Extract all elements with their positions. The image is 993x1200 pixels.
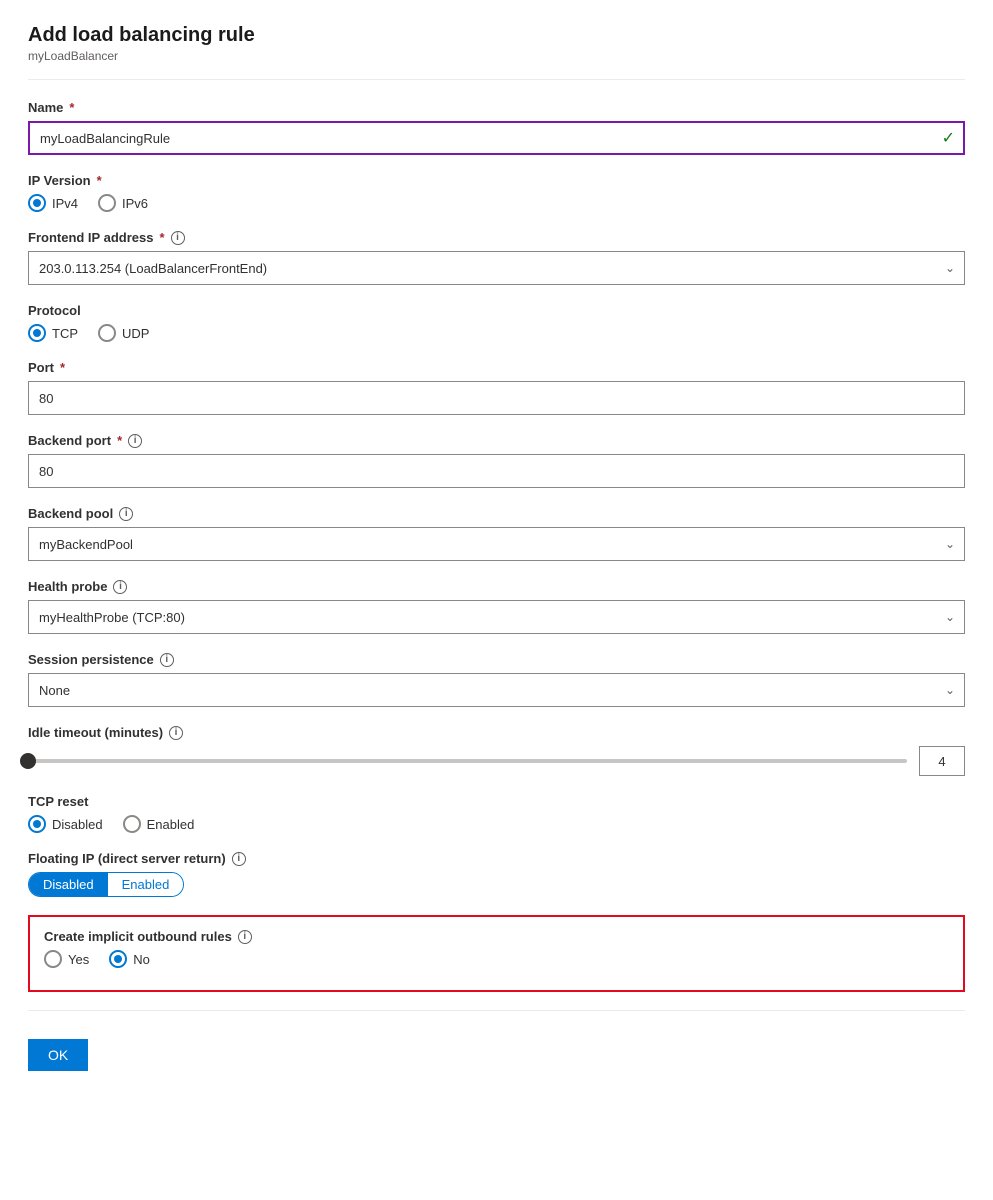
implicit-outbound-yes-radio[interactable]: [44, 950, 62, 968]
ip-version-group: IP Version * IPv4 IPv6: [28, 173, 965, 212]
floating-ip-info-icon[interactable]: i: [232, 852, 246, 866]
frontend-ip-select-wrapper: 203.0.113.254 (LoadBalancerFrontEnd) ⌄: [28, 251, 965, 285]
idle-timeout-info-icon[interactable]: i: [169, 726, 183, 740]
protocol-tcp-radio[interactable]: [28, 324, 46, 342]
backend-port-input[interactable]: [28, 454, 965, 488]
idle-timeout-slider-track: [28, 759, 907, 763]
name-group: Name * ✓: [28, 100, 965, 155]
implicit-outbound-label: Create implicit outbound rules i: [44, 929, 949, 944]
floating-ip-enabled-option[interactable]: Enabled: [108, 873, 184, 896]
implicit-outbound-no-label: No: [133, 952, 150, 967]
backend-pool-select-wrapper: myBackendPool ⌄: [28, 527, 965, 561]
frontend-ip-required: *: [159, 230, 164, 245]
backend-port-group: Backend port * i: [28, 433, 965, 488]
frontend-ip-label: Frontend IP address * i: [28, 230, 965, 245]
implicit-outbound-no-option[interactable]: No: [109, 950, 150, 968]
tcp-reset-group: TCP reset Disabled Enabled: [28, 794, 965, 833]
header-divider: [28, 79, 965, 80]
backend-pool-info-icon[interactable]: i: [119, 507, 133, 521]
protocol-group: Protocol TCP UDP: [28, 303, 965, 342]
protocol-udp-label: UDP: [122, 326, 149, 341]
tcp-reset-enabled-label: Enabled: [147, 817, 195, 832]
tcp-reset-radio-group: Disabled Enabled: [28, 815, 965, 833]
tcp-reset-enabled-option[interactable]: Enabled: [123, 815, 195, 833]
health-probe-info-icon[interactable]: i: [113, 580, 127, 594]
ip-version-ipv6-label: IPv6: [122, 196, 148, 211]
health-probe-select-wrapper: myHealthProbe (TCP:80) ⌄: [28, 600, 965, 634]
session-persistence-info-icon[interactable]: i: [160, 653, 174, 667]
name-label: Name *: [28, 100, 965, 115]
idle-timeout-slider-container: 4: [28, 746, 965, 776]
implicit-outbound-highlight-box: Create implicit outbound rules i Yes No: [28, 915, 965, 992]
implicit-outbound-no-radio[interactable]: [109, 950, 127, 968]
idle-timeout-group: Idle timeout (minutes) i 4: [28, 725, 965, 776]
implicit-outbound-yes-label: Yes: [68, 952, 89, 967]
backend-port-required: *: [117, 433, 122, 448]
protocol-udp-radio[interactable]: [98, 324, 116, 342]
port-required: *: [60, 360, 65, 375]
ip-version-required: *: [97, 173, 102, 188]
protocol-udp-option[interactable]: UDP: [98, 324, 149, 342]
tcp-reset-label: TCP reset: [28, 794, 965, 809]
ip-version-ipv6-option[interactable]: IPv6: [98, 194, 148, 212]
page-title: Add load balancing rule: [28, 24, 965, 47]
tcp-reset-disabled-label: Disabled: [52, 817, 103, 832]
port-group: Port *: [28, 360, 965, 415]
protocol-tcp-option[interactable]: TCP: [28, 324, 78, 342]
floating-ip-group: Floating IP (direct server return) i Dis…: [28, 851, 965, 897]
name-check-icon: ✓: [942, 128, 955, 148]
floating-ip-toggle-container: Disabled Enabled: [28, 872, 965, 897]
backend-pool-label: Backend pool i: [28, 506, 965, 521]
ip-version-label: IP Version *: [28, 173, 965, 188]
name-input[interactable]: [28, 121, 965, 155]
session-persistence-group: Session persistence i None ⌄: [28, 652, 965, 707]
tcp-reset-disabled-option[interactable]: Disabled: [28, 815, 103, 833]
floating-ip-label: Floating IP (direct server return) i: [28, 851, 965, 866]
backend-pool-select[interactable]: myBackendPool: [28, 527, 965, 561]
implicit-outbound-radio-group: Yes No: [44, 950, 949, 968]
health-probe-label: Health probe i: [28, 579, 965, 594]
frontend-ip-group: Frontend IP address * i 203.0.113.254 (L…: [28, 230, 965, 285]
implicit-outbound-yes-option[interactable]: Yes: [44, 950, 89, 968]
session-persistence-select[interactable]: None: [28, 673, 965, 707]
health-probe-select[interactable]: myHealthProbe (TCP:80): [28, 600, 965, 634]
ok-button[interactable]: OK: [28, 1039, 88, 1071]
implicit-outbound-group: Create implicit outbound rules i Yes No: [44, 929, 949, 968]
frontend-ip-select[interactable]: 203.0.113.254 (LoadBalancerFrontEnd): [28, 251, 965, 285]
ip-version-ipv4-radio[interactable]: [28, 194, 46, 212]
idle-timeout-label: Idle timeout (minutes) i: [28, 725, 965, 740]
backend-port-info-icon[interactable]: i: [128, 434, 142, 448]
session-persistence-label: Session persistence i: [28, 652, 965, 667]
tcp-reset-enabled-radio[interactable]: [123, 815, 141, 833]
idle-timeout-slider-thumb[interactable]: [20, 753, 36, 769]
page-subtitle: myLoadBalancer: [28, 49, 965, 63]
backend-pool-group: Backend pool i myBackendPool ⌄: [28, 506, 965, 561]
ip-version-ipv4-label: IPv4: [52, 196, 78, 211]
port-input[interactable]: [28, 381, 965, 415]
floating-ip-toggle[interactable]: Disabled Enabled: [28, 872, 184, 897]
protocol-label: Protocol: [28, 303, 965, 318]
protocol-radio-group: TCP UDP: [28, 324, 965, 342]
port-label: Port *: [28, 360, 965, 375]
footer-divider: [28, 1010, 965, 1011]
frontend-ip-info-icon[interactable]: i: [171, 231, 185, 245]
ip-version-ipv4-option[interactable]: IPv4: [28, 194, 78, 212]
name-input-wrapper: ✓: [28, 121, 965, 155]
session-persistence-select-wrapper: None ⌄: [28, 673, 965, 707]
idle-timeout-value-box: 4: [919, 746, 965, 776]
implicit-outbound-info-icon[interactable]: i: [238, 930, 252, 944]
health-probe-group: Health probe i myHealthProbe (TCP:80) ⌄: [28, 579, 965, 634]
name-required: *: [69, 100, 74, 115]
protocol-tcp-label: TCP: [52, 326, 78, 341]
floating-ip-disabled-option[interactable]: Disabled: [29, 873, 108, 896]
ip-version-ipv6-radio[interactable]: [98, 194, 116, 212]
backend-port-label: Backend port * i: [28, 433, 965, 448]
ip-version-radio-group: IPv4 IPv6: [28, 194, 965, 212]
tcp-reset-disabled-radio[interactable]: [28, 815, 46, 833]
